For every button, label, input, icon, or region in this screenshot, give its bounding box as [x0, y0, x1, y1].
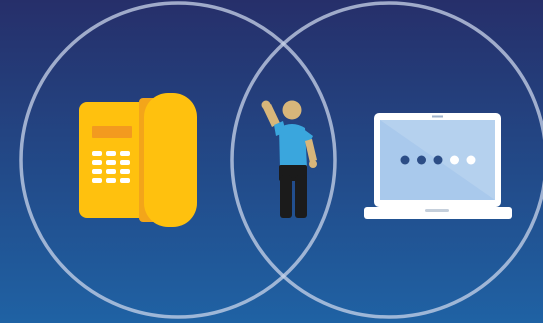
phone-key	[92, 178, 102, 183]
phone-key	[106, 160, 116, 165]
phone-key	[120, 169, 130, 174]
password-dot-filled	[400, 155, 410, 165]
phone-key	[106, 169, 116, 174]
phone-key	[92, 160, 102, 165]
phone-key	[120, 178, 130, 183]
laptop-password-icon	[364, 113, 512, 219]
illustration-scene	[0, 0, 543, 323]
password-dot-empty	[466, 155, 476, 165]
phone-key	[106, 151, 116, 156]
phone-key	[92, 151, 102, 156]
desk-phone-icon	[79, 93, 197, 227]
password-dot-filled	[433, 155, 443, 165]
password-dot-empty	[450, 155, 459, 165]
password-dot-filled	[417, 155, 426, 165]
phone-key	[120, 160, 130, 165]
phone-key	[92, 169, 102, 174]
phone-key	[106, 178, 116, 183]
phone-key	[120, 151, 130, 156]
venn-illustration	[0, 0, 543, 323]
